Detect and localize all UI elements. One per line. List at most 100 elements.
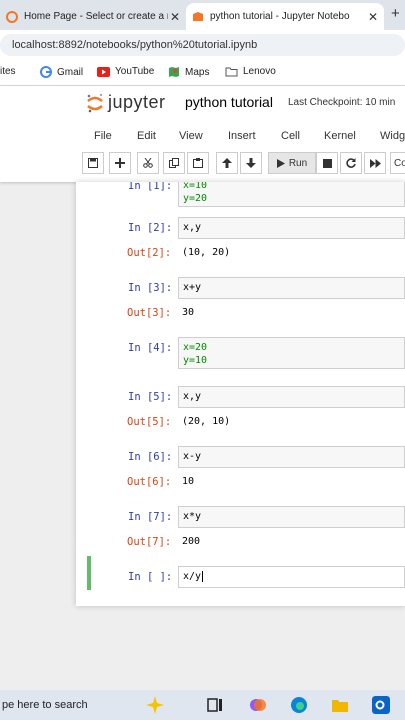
tab-home-page[interactable]: Home Page - Select or create a ne ✕ [0, 3, 186, 30]
code-cell[interactable]: x-y [178, 446, 405, 468]
cell-output: (10, 20) [182, 247, 231, 258]
run-button[interactable]: Run [268, 152, 316, 174]
fast-forward-icon [369, 158, 381, 168]
input-prompt: In [3]: [128, 282, 173, 294]
bookmark-label: Gmail [57, 66, 84, 78]
menu-widgets[interactable]: Widg [380, 130, 405, 142]
input-prompt: In [5]: [128, 391, 173, 403]
jupyter-header: jupyter python tutorial Last Checkpoint:… [0, 86, 405, 182]
code-line: y=10 [183, 355, 208, 366]
jupyter-logo[interactable]: jupyter [86, 92, 166, 113]
youtube-icon [97, 66, 110, 77]
url-field[interactable]: localhost:8892/notebooks/python%20tutori… [0, 34, 405, 56]
code-line: x,y [183, 222, 202, 233]
copy-button[interactable] [163, 152, 185, 174]
file-explorer-icon[interactable] [331, 696, 349, 714]
output-prompt: Out[3]: [127, 307, 172, 319]
fast-forward-button[interactable] [364, 152, 386, 174]
output-prompt: Out[2]: [127, 247, 172, 259]
cell-output: (20, 10) [182, 416, 231, 427]
move-down-icon [246, 158, 256, 168]
code-cell[interactable]: x=20 y=10 [178, 337, 405, 369]
bookmark-youtube[interactable]: YouTube [97, 66, 154, 77]
new-tab-button[interactable]: + [391, 5, 400, 22]
code-cell[interactable]: x,y [178, 386, 405, 408]
restart-button[interactable] [340, 152, 362, 174]
run-label: Run [288, 157, 308, 169]
folder-icon [225, 67, 238, 77]
text-cursor [202, 571, 204, 582]
bookmark-maps[interactable]: Maps [168, 66, 209, 78]
paste-button[interactable] [187, 152, 209, 174]
move-up-icon [222, 158, 232, 168]
code-cell[interactable]: x+y [178, 277, 405, 299]
code-line: x-y [183, 451, 202, 462]
move-down-button[interactable] [240, 152, 262, 174]
code-line: x,y [183, 391, 202, 402]
browser-tab-bar: Home Page - Select or create a ne ✕ pyth… [0, 0, 405, 30]
code-line: x/y [183, 571, 202, 582]
menu-insert[interactable]: Insert [228, 130, 256, 142]
bookmarks-bar: ites Gmail YouTube Maps Lenovo [0, 60, 405, 86]
bookmark-label: YouTube [115, 66, 155, 77]
jupyter-tab-icon [193, 11, 203, 21]
active-code-cell[interactable]: x/y [178, 566, 405, 588]
code-line: x+y [183, 282, 202, 293]
cut-icon [143, 158, 153, 168]
stop-icon [322, 158, 332, 168]
output-prompt: Out[7]: [127, 536, 172, 548]
copilot-sparkle-icon[interactable] [146, 696, 164, 714]
notebook-toolbar: Run Co [82, 152, 405, 176]
cell-output: 30 [182, 307, 195, 318]
output-prompt: Out[6]: [127, 476, 172, 488]
cell-type-select[interactable]: Co [390, 152, 405, 174]
bookmark-sites[interactable]: ites [0, 66, 16, 77]
bookmark-lenovo[interactable]: Lenovo [225, 66, 276, 77]
run-icon [276, 158, 285, 168]
taskbar-search-box[interactable]: pe here to search [0, 690, 140, 720]
notebook-title[interactable]: python tutorial [185, 94, 273, 110]
bookmark-gmail[interactable]: Gmail [40, 66, 83, 78]
menu-kernel[interactable]: Kernel [324, 130, 356, 142]
menu-view[interactable]: View [179, 130, 203, 142]
input-prompt: In [ ]: [128, 571, 173, 583]
code-cell[interactable]: x,y [178, 217, 405, 239]
tab-label: python tutorial - Jupyter Notebo [210, 11, 350, 22]
notebook-container: In [1]: x=10 y=20 In [2]: x,y Out[2]: (1… [76, 182, 405, 606]
stop-button[interactable] [316, 152, 338, 174]
move-up-button[interactable] [216, 152, 238, 174]
menu-edit[interactable]: Edit [137, 130, 156, 142]
input-prompt: In [2]: [128, 222, 173, 234]
outlook-icon[interactable] [372, 696, 390, 714]
copilot-icon[interactable] [249, 696, 267, 714]
save-button[interactable] [82, 152, 104, 174]
edge-browser-icon[interactable] [290, 696, 308, 714]
tab-python-tutorial[interactable]: python tutorial - Jupyter Notebo ✕ [186, 3, 384, 30]
code-line: x*y [183, 511, 202, 522]
close-icon[interactable]: ✕ [168, 10, 182, 24]
windows-taskbar: pe here to search [0, 690, 405, 720]
input-prompt: In [4]: [128, 342, 173, 354]
code-cell[interactable]: x=10 y=20 [178, 182, 405, 207]
code-cell[interactable]: x*y [178, 506, 405, 528]
bookmark-label: Lenovo [243, 66, 276, 77]
menu-file[interactable]: File [94, 130, 112, 142]
add-cell-button[interactable] [109, 152, 131, 174]
checkpoint-status: Last Checkpoint: 10 min [288, 97, 396, 108]
task-view-icon[interactable] [206, 696, 224, 714]
paste-icon [193, 158, 203, 168]
jupyter-logo-text: jupyter [108, 92, 166, 112]
maps-icon [169, 67, 179, 77]
code-line: x=20 [183, 342, 208, 353]
address-bar: localhost:8892/notebooks/python%20tutori… [0, 30, 405, 60]
input-prompt: In [6]: [128, 451, 173, 463]
menu-cell[interactable]: Cell [281, 130, 300, 142]
add-cell-icon [115, 158, 125, 168]
cell-output: 10 [182, 476, 195, 487]
jupyter-page: jupyter python tutorial Last Checkpoint:… [0, 86, 405, 690]
tab-label: Home Page - Select or create a ne [24, 11, 168, 22]
restart-icon [346, 158, 356, 168]
jupyter-logo-icon [87, 93, 103, 112]
close-icon[interactable]: ✕ [366, 10, 380, 24]
cut-button[interactable] [137, 152, 159, 174]
